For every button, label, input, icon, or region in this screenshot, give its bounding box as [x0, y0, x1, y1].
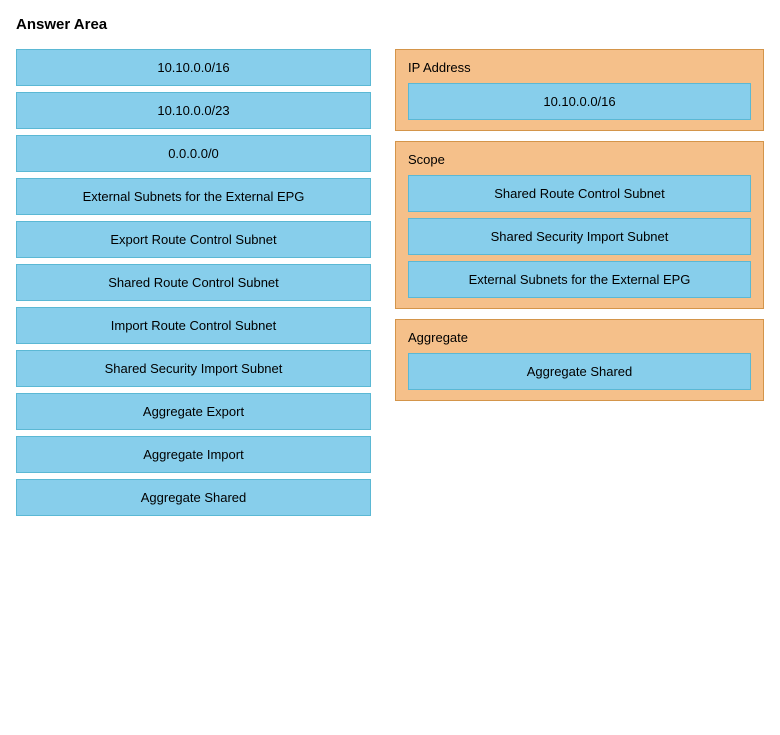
agg-item-1[interactable]: Aggregate Shared: [408, 353, 751, 390]
scope-item-2[interactable]: Shared Security Import Subnet: [408, 218, 751, 255]
page-title: Answer Area: [16, 16, 764, 33]
left-item-item-7[interactable]: Import Route Control Subnet: [16, 307, 371, 344]
left-item-item-9[interactable]: Aggregate Export: [16, 393, 371, 430]
scope-item-3[interactable]: External Subnets for the External EPG: [408, 261, 751, 298]
ip-address-box: IP Address 10.10.0.0/16: [395, 49, 764, 131]
left-item-item-8[interactable]: Shared Security Import Subnet: [16, 350, 371, 387]
aggregate-box-title: Aggregate: [408, 330, 751, 345]
scope-box-title: Scope: [408, 152, 751, 167]
scope-box: Scope Shared Route Control Subnet Shared S…: [395, 141, 764, 309]
ip-address-box-content: 10.10.0.0/16: [408, 83, 751, 120]
left-item-item-4[interactable]: External Subnets for the External EPG: [16, 178, 371, 215]
left-item-item-6[interactable]: Shared Route Control Subnet: [16, 264, 371, 301]
right-column: IP Address 10.10.0.0/16 Scope Shared Route …: [395, 49, 764, 401]
left-item-item-11[interactable]: Aggregate Shared: [16, 479, 371, 516]
left-item-item-10[interactable]: Aggregate Import: [16, 436, 371, 473]
left-item-item-3[interactable]: 0.0.0.0/0: [16, 135, 371, 172]
scope-box-content: Shared Route Control Subnet Shared Securi…: [408, 175, 751, 298]
answer-area: 10.10.0.0/16 10.10.0.0/23 0.0.0.0/0 Externa…: [16, 49, 764, 516]
aggregate-box-content: Aggregate Shared: [408, 353, 751, 390]
left-column: 10.10.0.0/16 10.10.0.0/23 0.0.0.0/0 Externa…: [16, 49, 371, 516]
left-item-item-2[interactable]: 10.10.0.0/23: [16, 92, 371, 129]
scope-item-1[interactable]: Shared Route Control Subnet: [408, 175, 751, 212]
aggregate-box: Aggregate Aggregate Shared: [395, 319, 764, 401]
ip-address-box-title: IP Address: [408, 60, 751, 75]
left-item-item-1[interactable]: 10.10.0.0/16: [16, 49, 371, 86]
ip-item-1[interactable]: 10.10.0.0/16: [408, 83, 751, 120]
left-item-item-5[interactable]: Export Route Control Subnet: [16, 221, 371, 258]
